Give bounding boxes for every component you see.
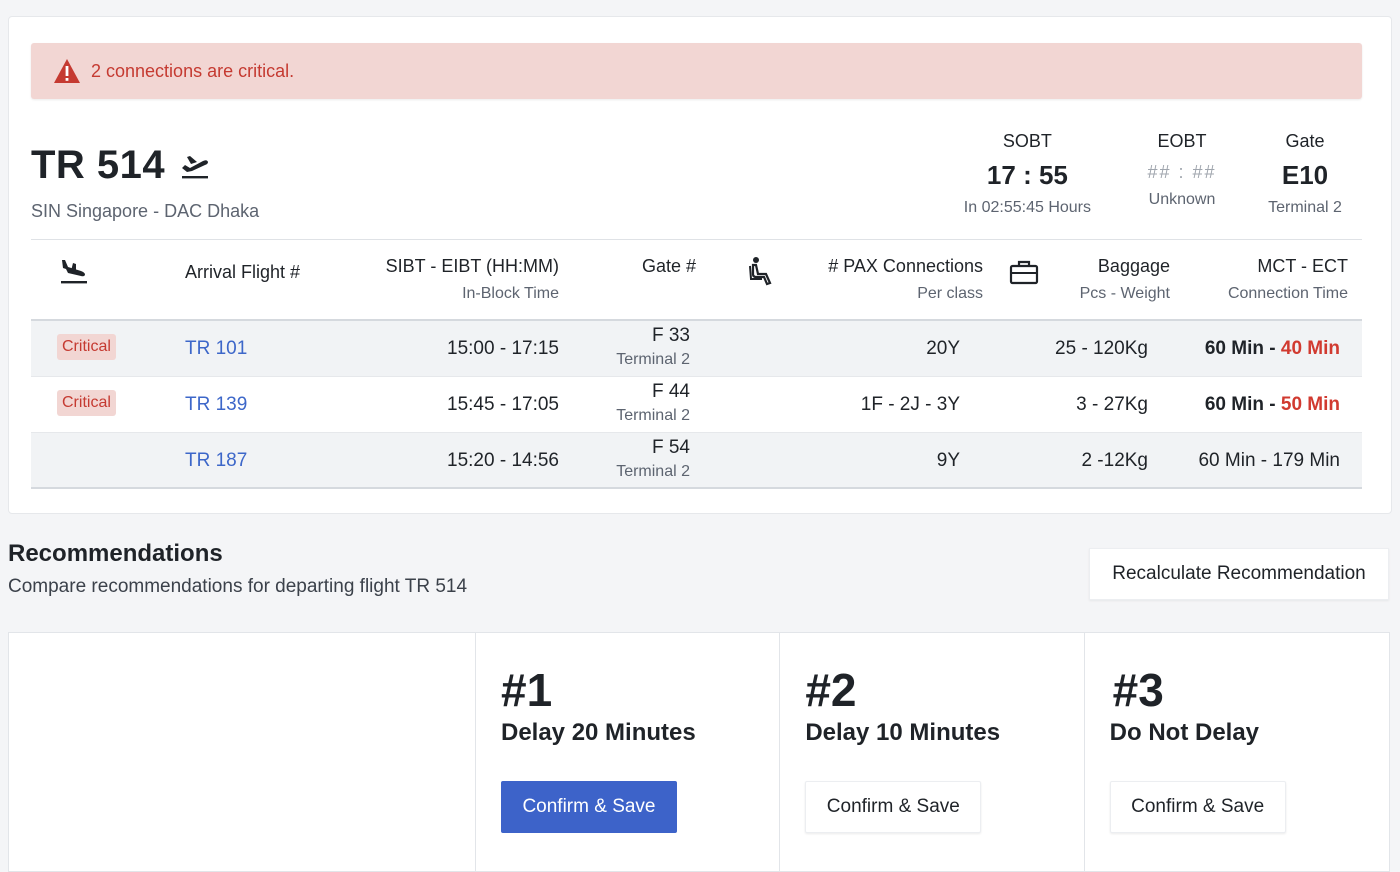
connection-time: 60 Min - 179 Min: [1198, 450, 1340, 471]
flight-route: SIN Singapore - DAC Dhaka: [31, 201, 260, 221]
recommendations-title: Recommendations: [8, 540, 223, 567]
connection-time: 60 Min - 50 Min: [1205, 394, 1340, 416]
briefcase-icon: [1009, 260, 1039, 285]
baggage-value: 3 - 27Kg: [1076, 394, 1148, 415]
col-baggage-sub: Pcs - Weight: [1079, 285, 1170, 302]
option-description: Do Not Delay: [1109, 719, 1260, 746]
passenger-seat-icon: [749, 257, 772, 286]
mct-value: 60 Min: [1204, 338, 1264, 359]
block-times: 15:00 - 17:15: [447, 338, 559, 359]
col-sibt-eibt-label: SIBT - EIBT (HH:MM): [385, 256, 559, 276]
recommendation-option-1: #1 Delay 20 Minutes Confirm & Save: [476, 633, 781, 871]
mct-separator: -: [1263, 394, 1281, 415]
gate-number: F 44: [651, 381, 690, 402]
gate-number: F 54: [651, 437, 690, 458]
option-rank: #3: [1112, 664, 1164, 716]
gate-cell: F 44 Terminal 2: [616, 381, 690, 425]
mct-value: 60 Min: [1204, 394, 1264, 415]
mct-separator: -: [1263, 338, 1281, 359]
sobt-countdown: In 02:55:45 Hours: [963, 199, 1091, 216]
arrival-flight-link[interactable]: TR 139: [185, 394, 247, 416]
confirm-save-button[interactable]: Confirm & Save: [1109, 781, 1286, 833]
col-mct-ect-label: MCT - ECT: [1257, 256, 1348, 276]
sobt-label: SOBT: [1002, 131, 1052, 151]
block-times: 15:20 - 14:56: [447, 450, 559, 471]
gate-terminal: Terminal 2: [616, 463, 690, 480]
recommendations-empty-column: [9, 633, 476, 871]
option-rank: #1: [500, 664, 553, 716]
option-description: Delay 20 Minutes: [500, 719, 696, 746]
recommendation-option-3: #3 Do Not Delay Confirm & Save: [1085, 633, 1389, 871]
col-pax: # PAX Connections Per class: [828, 256, 983, 303]
gate-stat: Gate E10 Terminal 2: [1245, 131, 1365, 217]
recommendations-panel: #1 Delay 20 Minutes Confirm & Save #2 De…: [8, 632, 1390, 872]
table-row[interactable]: TR 187 15:20 - 14:56 F 54 Terminal 2 9Y …: [31, 433, 1362, 489]
alert-text: 2 connections are critical.: [91, 60, 295, 81]
recommendations-subtitle: Compare recommendations for departing fl…: [8, 576, 468, 597]
ect-value: 40 Min: [1280, 338, 1340, 359]
eobt-label: EOBT: [1157, 131, 1207, 151]
arrival-flight-link[interactable]: TR 187: [185, 450, 247, 472]
gate-value: E10: [1281, 160, 1329, 190]
block-times: 15:45 - 17:05: [447, 394, 559, 415]
eobt-status: Unknown: [1148, 191, 1216, 208]
arrival-plane-icon: [61, 260, 87, 284]
sobt-stat: SOBT 17 : 55 In 02:55:45 Hours: [964, 131, 1091, 217]
ect-value: 50 Min: [1280, 394, 1340, 415]
flight-number: TR 514: [31, 143, 166, 187]
pax-count: 20Y: [926, 338, 960, 359]
col-sibt-eibt: SIBT - EIBT (HH:MM) In-Block Time: [386, 256, 559, 303]
col-pax-sub: Per class: [917, 285, 983, 302]
col-arrival-flight: Arrival Flight #: [185, 262, 301, 282]
recommendation-option-2: #2 Delay 10 Minutes Confirm & Save: [780, 633, 1085, 871]
gate-terminal: Terminal 2: [1268, 199, 1342, 216]
gate-label: Gate: [1285, 131, 1325, 151]
option-description: Delay 10 Minutes: [805, 719, 1001, 746]
critical-badge: Critical: [57, 390, 116, 416]
gate-number: F 33: [651, 325, 690, 346]
col-pax-label: # PAX Connections: [828, 256, 983, 276]
flight-header: TR 514: [31, 143, 211, 188]
col-baggage-label: Baggage: [1097, 256, 1170, 276]
col-mct-ect-sub: Connection Time: [1227, 285, 1348, 302]
pax-count: 9Y: [936, 450, 960, 471]
col-sibt-eibt-sub: In-Block Time: [462, 285, 559, 302]
table-row[interactable]: Critical TR 101 15:00 - 17:15 F 33 Termi…: [31, 321, 1362, 377]
baggage-value: 2 -12Kg: [1081, 450, 1148, 471]
departure-plane-icon: [182, 155, 209, 178]
baggage-value: 25 - 120Kg: [1055, 338, 1148, 359]
gate-cell: F 33 Terminal 2: [616, 325, 690, 369]
col-gate: Gate #: [641, 256, 696, 276]
col-mct-ect: MCT - ECT Connection Time: [1228, 256, 1348, 303]
critical-badge: Critical: [57, 334, 116, 360]
gate-cell: F 54 Terminal 2: [616, 437, 690, 481]
eobt-value: ## : ##: [1147, 162, 1217, 182]
table-header: Arrival Flight # SIBT - EIBT (HH:MM) In-…: [31, 239, 1362, 321]
table-row[interactable]: Critical TR 139 15:45 - 17:05 F 44 Termi…: [31, 377, 1362, 433]
pax-count: 1F - 2J - 3Y: [860, 394, 960, 415]
confirm-save-button[interactable]: Confirm & Save: [805, 781, 982, 833]
critical-alert: 2 connections are critical.: [31, 43, 1362, 99]
option-rank: #2: [805, 664, 857, 716]
eobt-stat: EOBT ## : ## Unknown: [1127, 131, 1237, 209]
connection-time: 60 Min - 40 Min: [1205, 338, 1340, 360]
sobt-value: 17 : 55: [986, 160, 1068, 190]
recalculate-button[interactable]: Recalculate Recommendation: [1089, 548, 1389, 600]
confirm-save-button[interactable]: Confirm & Save: [500, 781, 677, 833]
connections-table: Arrival Flight # SIBT - EIBT (HH:MM) In-…: [31, 239, 1362, 489]
warning-triangle-icon: [54, 59, 80, 83]
col-baggage: Baggage Pcs - Weight: [1080, 256, 1170, 303]
flight-card: 2 connections are critical. TR 514 SIN S…: [8, 16, 1392, 514]
arrival-flight-link[interactable]: TR 101: [185, 338, 247, 360]
gate-terminal: Terminal 2: [616, 407, 690, 424]
gate-terminal: Terminal 2: [616, 351, 690, 368]
